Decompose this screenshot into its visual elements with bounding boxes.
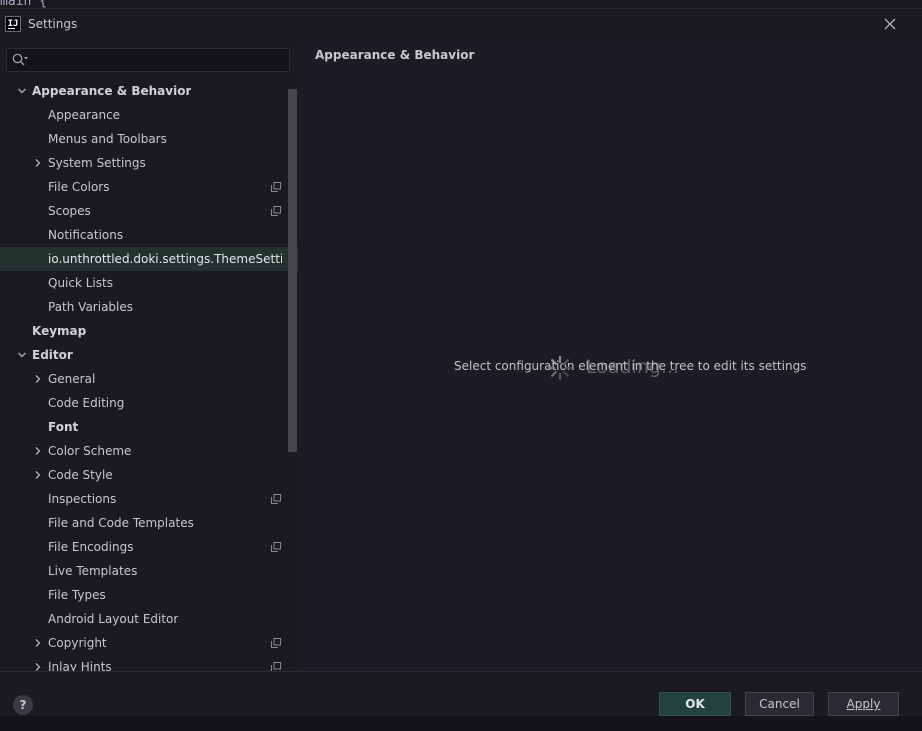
chevron-right-icon[interactable] <box>33 638 43 648</box>
tree-item-label: Live Templates <box>48 564 138 578</box>
loading-overlay: Loading... <box>546 354 680 384</box>
tree-item[interactable]: Appearance & Behavior <box>0 79 298 103</box>
tree-item[interactable]: Menus and Toolbars <box>0 127 298 151</box>
tree-item-label: File and Code Templates <box>48 516 194 530</box>
tree-item[interactable]: Scopes <box>0 199 298 223</box>
tree-item[interactable]: Appearance <box>0 103 298 127</box>
tree-item[interactable]: Copyright <box>0 631 298 655</box>
search-icon <box>12 53 28 66</box>
tree-item[interactable]: Quick Lists <box>0 271 298 295</box>
tree-item-label: File Encodings <box>48 540 134 554</box>
chevron-right-icon[interactable] <box>33 158 43 168</box>
tree-item[interactable]: Path Variables <box>0 295 298 319</box>
copy-icon <box>271 638 281 648</box>
copy-icon <box>271 182 281 192</box>
cancel-button[interactable]: Cancel <box>745 692 814 716</box>
tree-item[interactable]: File Colors <box>0 175 298 199</box>
tree-item[interactable]: Font <box>0 415 298 439</box>
tree-item[interactable]: Android Layout Editor <box>0 607 298 631</box>
copy-icon <box>271 542 281 552</box>
tree-item[interactable]: io.unthrottled.doki.settings.ThemeSettin… <box>0 247 298 271</box>
intellij-icon: IJ <box>5 16 21 32</box>
tree-item[interactable]: File and Code Templates <box>0 511 298 535</box>
tree-item-label: Font <box>48 420 79 434</box>
tree-item-label: General <box>48 372 96 386</box>
background-editor-code: main { <box>0 0 47 9</box>
tree-item-label: Inlay Hints <box>48 660 112 671</box>
settings-tree: Appearance & Behavior Appearance Menus and… <box>0 79 298 671</box>
help-icon: ? <box>19 698 27 712</box>
tree-item-label: Color Scheme <box>48 444 132 458</box>
tree-item-label: io.unthrottled.doki.settings.ThemeSettin… <box>48 252 282 266</box>
apply-button[interactable]: Apply <box>828 692 899 716</box>
tree-item[interactable]: Inlay Hints <box>0 655 298 671</box>
tree-item[interactable]: Live Templates <box>0 559 298 583</box>
settings-sidebar: Appearance & Behavior Appearance Menus and… <box>0 39 298 671</box>
loading-text: Loading... <box>586 356 680 378</box>
search-field[interactable] <box>6 48 290 72</box>
copy-icon <box>271 662 281 671</box>
tree-item-label: Editor <box>32 348 73 362</box>
tree-item-label: File Types <box>48 588 106 602</box>
tree-item[interactable]: Editor <box>0 343 298 367</box>
ok-button[interactable]: OK <box>659 692 731 716</box>
tree-item[interactable]: File Encodings <box>0 535 298 559</box>
title-bar: IJ Settings <box>0 9 922 39</box>
tree-item-label: Android Layout Editor <box>48 612 179 626</box>
tree-item-label: Copyright <box>48 636 107 650</box>
chevron-right-icon[interactable] <box>33 446 43 456</box>
tree-item-label: Appearance & Behavior <box>32 84 192 98</box>
tree-item-label: Menus and Toolbars <box>48 132 167 146</box>
tree-item-label: Code Editing <box>48 396 125 410</box>
tree-item-label: Notifications <box>48 228 124 242</box>
tree-item-label: Keymap <box>32 324 87 338</box>
tree-item[interactable]: Notifications <box>0 223 298 247</box>
tree-scrollbar[interactable] <box>288 89 297 452</box>
tree-item[interactable]: File Types <box>0 583 298 607</box>
tree-item-label: File Colors <box>48 180 110 194</box>
tree-item[interactable]: Code Editing <box>0 391 298 415</box>
tree-item[interactable]: General <box>0 367 298 391</box>
spinner-icon <box>547 355 573 381</box>
tree-item-label: Path Variables <box>48 300 134 314</box>
tree-item-label: Appearance <box>48 108 121 122</box>
page-title: Appearance & Behavior <box>315 48 475 62</box>
tree-item-label: Inspections <box>48 492 117 506</box>
chevron-right-icon[interactable] <box>33 374 43 384</box>
chevron-down-icon[interactable] <box>17 86 27 96</box>
window-title: Settings <box>28 17 78 31</box>
tree-item[interactable]: System Settings <box>0 151 298 175</box>
search-input[interactable] <box>31 51 285 69</box>
help-button[interactable]: ? <box>13 695 33 715</box>
chevron-down-icon[interactable] <box>17 350 27 360</box>
close-icon[interactable] <box>882 16 898 32</box>
tree-item-label: Quick Lists <box>48 276 113 290</box>
settings-dialog: IJ Settings Appearance & Behavior Appeara… <box>0 8 922 731</box>
chevron-right-icon[interactable] <box>33 470 43 480</box>
tree-item[interactable]: Code Style <box>0 463 298 487</box>
tree-item-label: System Settings <box>48 156 146 170</box>
tree-item[interactable]: Color Scheme <box>0 439 298 463</box>
apply-label: Apply <box>846 697 881 711</box>
copy-icon <box>271 494 281 504</box>
tree-item-label: Code Style <box>48 468 113 482</box>
copy-icon <box>271 206 281 216</box>
tree-item[interactable]: Keymap <box>0 319 298 343</box>
settings-content: Appearance & Behavior Select configurati… <box>298 39 922 671</box>
window-bottom-edge <box>0 716 922 731</box>
chevron-right-icon[interactable] <box>33 662 43 671</box>
tree-item-label: Scopes <box>48 204 91 218</box>
tree-item[interactable]: Inspections <box>0 487 298 511</box>
